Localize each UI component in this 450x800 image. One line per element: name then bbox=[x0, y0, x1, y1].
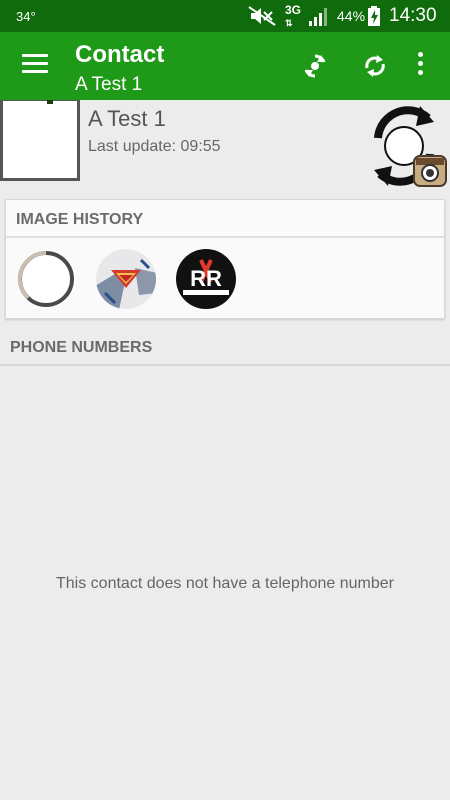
sync-photo-icon[interactable] bbox=[302, 53, 328, 79]
phone-numbers-header: PHONE NUMBERS bbox=[10, 339, 153, 356]
history-image-superman[interactable] bbox=[95, 248, 157, 310]
instagram-icon bbox=[413, 155, 447, 187]
signal-icon bbox=[309, 8, 327, 26]
history-image-ring[interactable] bbox=[15, 248, 77, 310]
overflow-menu-icon[interactable] bbox=[410, 52, 430, 80]
empty-phone-message: This contact does not have a telephone n… bbox=[56, 575, 394, 592]
status-bar: 34° 3G ⇅ 44% 14:30 bbox=[0, 0, 450, 32]
contact-photo[interactable] bbox=[0, 100, 80, 181]
page-subtitle: A Test 1 bbox=[75, 74, 143, 95]
battery-charging-icon bbox=[368, 6, 380, 26]
divider bbox=[0, 364, 450, 366]
history-image-rr-logo[interactable]: RR bbox=[175, 248, 237, 310]
sync-instagram-photo-button[interactable] bbox=[370, 104, 448, 188]
clock: 14:30 bbox=[389, 5, 437, 26]
battery-percent: 44% bbox=[337, 8, 366, 24]
page-title: Contact bbox=[75, 41, 165, 68]
temperature: 34° bbox=[16, 9, 36, 24]
image-history-header: IMAGE HISTORY bbox=[6, 200, 444, 238]
contact-name: A Test 1 bbox=[88, 106, 166, 131]
menu-icon[interactable] bbox=[22, 54, 48, 76]
app-bar: Contact A Test 1 bbox=[0, 32, 450, 100]
network-type: 3G ⇅ bbox=[285, 3, 302, 28]
last-update: Last update: 09:55 bbox=[88, 138, 221, 155]
rr-logo-text: RR bbox=[190, 266, 222, 291]
mute-icon bbox=[248, 6, 276, 26]
image-history-card: IMAGE HISTORY RR bbox=[5, 199, 445, 319]
refresh-icon[interactable] bbox=[362, 53, 388, 79]
